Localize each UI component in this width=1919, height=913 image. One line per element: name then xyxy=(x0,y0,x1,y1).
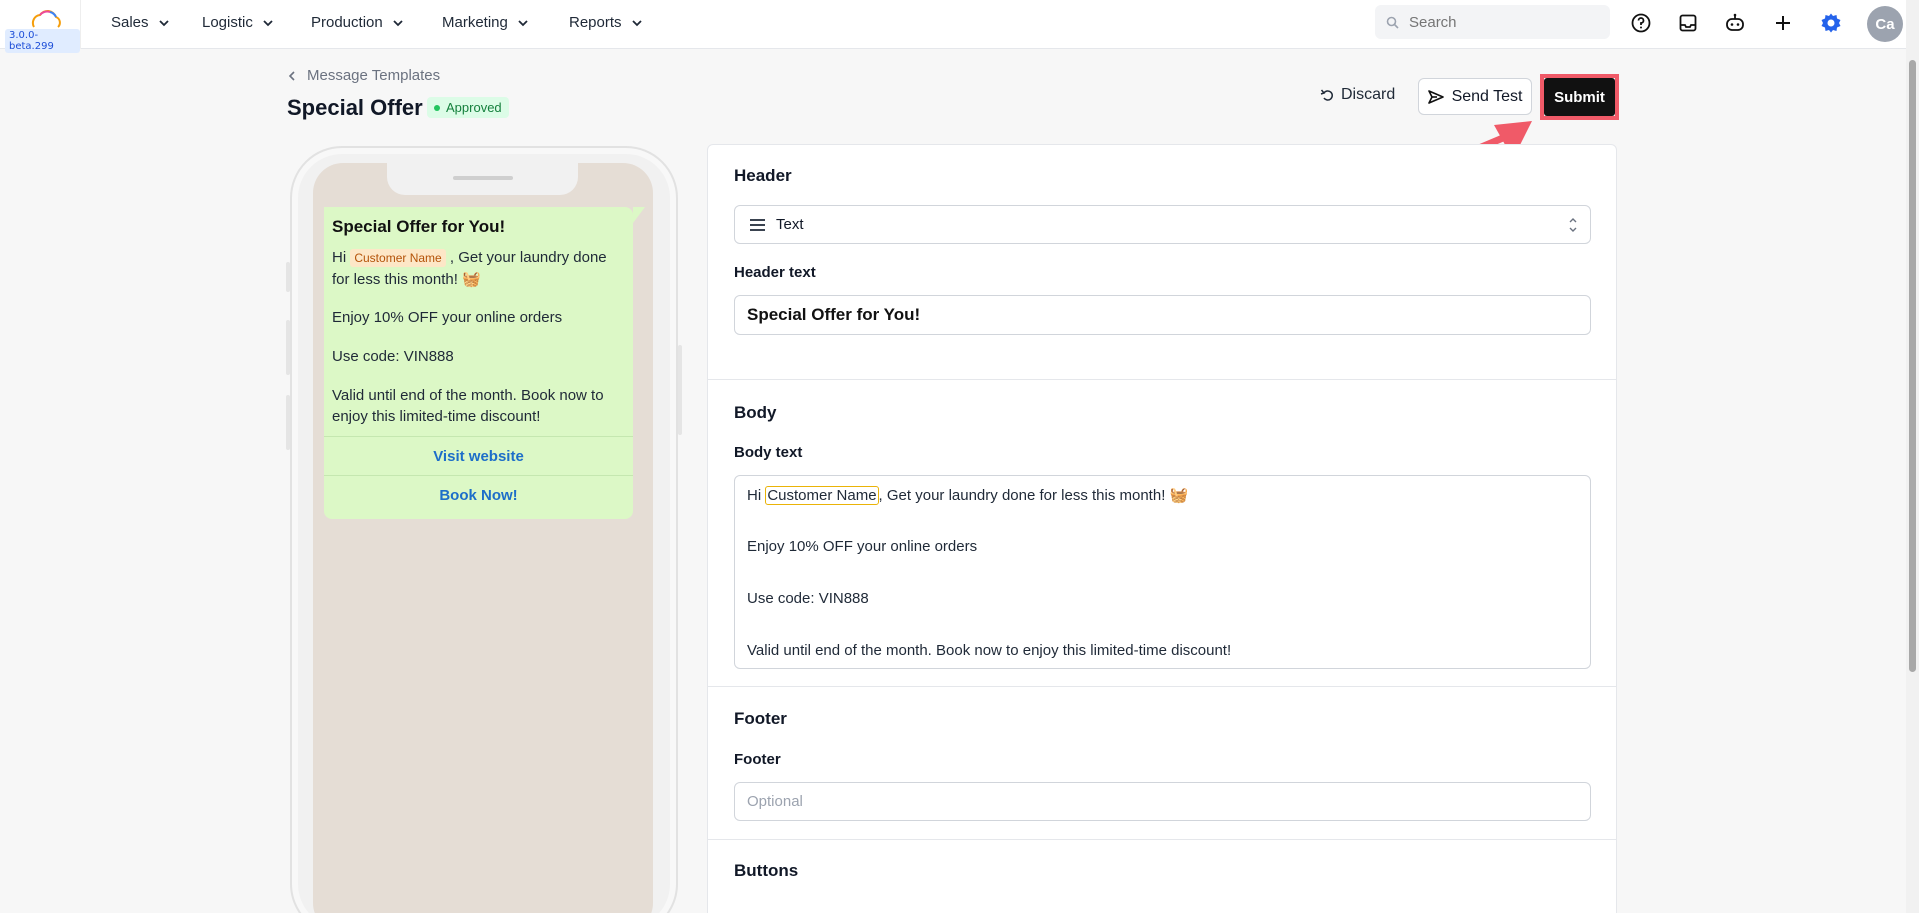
send-test-button[interactable]: Send Test xyxy=(1418,78,1532,115)
submit-highlight: Submit xyxy=(1540,74,1619,120)
nav-production-label: Production xyxy=(311,14,383,31)
nav-sales-label: Sales xyxy=(111,14,149,31)
divider xyxy=(708,686,1616,687)
send-test-label: Send Test xyxy=(1451,87,1523,105)
phone-button xyxy=(286,395,290,450)
body-section-title: Body xyxy=(734,403,777,422)
body-greeting: Hi xyxy=(747,487,766,504)
header-text-label: Header text xyxy=(734,264,816,281)
inbox-icon[interactable] xyxy=(1676,11,1700,35)
top-nav: 3.0.0-beta.299 Sales Logistic Production… xyxy=(0,0,1919,53)
cloud-logo-icon xyxy=(31,10,61,28)
preview-line1: Hi Customer Name , Get your laundry done… xyxy=(332,247,627,290)
buttons-section-title: Buttons xyxy=(734,861,799,880)
scrollbar-thumb[interactable] xyxy=(1909,60,1916,672)
discard-label: Discard xyxy=(1341,86,1396,103)
chevron-down-icon xyxy=(393,19,403,26)
footer-input[interactable]: Optional xyxy=(734,782,1591,821)
divider xyxy=(708,379,1616,380)
preview-line3: Use code: VIN888 xyxy=(332,348,454,365)
preview-visit-website-button: Visit website xyxy=(324,436,633,475)
divider xyxy=(708,839,1616,840)
search-box[interactable] xyxy=(1375,5,1610,39)
preview-greeting: Hi xyxy=(332,249,351,266)
version-badge: 3.0.0-beta.299 xyxy=(5,29,80,53)
breadcrumb[interactable]: Message Templates xyxy=(287,67,440,84)
header-text-input[interactable]: Special Offer for You! xyxy=(734,295,1591,335)
discard-button[interactable]: Discard xyxy=(1320,81,1395,109)
search-icon xyxy=(1386,16,1399,29)
text-lines-icon xyxy=(750,218,765,231)
footer-label: Footer xyxy=(734,751,781,768)
header-type-select[interactable]: Text xyxy=(734,205,1591,244)
nav-marketing-label: Marketing xyxy=(442,14,508,31)
plus-icon[interactable] xyxy=(1771,11,1795,35)
body-line1: Hi Customer Name, Get your laundry done … xyxy=(747,486,1189,505)
breadcrumb-label: Message Templates xyxy=(307,67,441,84)
body-line4: Valid until end of the month. Book now t… xyxy=(747,642,1232,659)
chevron-down-icon xyxy=(263,19,273,26)
app-logo[interactable]: 3.0.0-beta.299 xyxy=(0,0,81,53)
chevron-down-icon xyxy=(158,19,169,26)
help-icon[interactable] xyxy=(1629,11,1653,35)
nav-marketing[interactable]: Marketing xyxy=(442,14,530,31)
status-label: Approved xyxy=(446,100,502,115)
gear-icon[interactable] xyxy=(1819,11,1843,35)
chevron-left-icon xyxy=(288,70,295,81)
chevron-down-icon xyxy=(631,19,642,26)
preview-line4: Valid until end of the month. Book now t… xyxy=(332,387,604,425)
phone-button xyxy=(678,345,682,435)
bot-icon[interactable] xyxy=(1723,11,1747,35)
phone-button xyxy=(286,320,290,375)
header-type-value: Text xyxy=(776,216,804,233)
body-text-area[interactable]: Hi Customer Name, Get your laundry done … xyxy=(734,475,1591,669)
submit-button[interactable]: Submit xyxy=(1544,78,1615,116)
preview-book-now-button: Book Now! xyxy=(324,475,633,514)
phone-speaker xyxy=(453,176,513,180)
bubble-tail xyxy=(633,207,645,223)
search-input[interactable] xyxy=(1409,11,1599,33)
undo-icon xyxy=(1320,89,1333,101)
body-line3: Use code: VIN888 xyxy=(747,590,869,607)
status-badge: Approved xyxy=(427,97,509,118)
variable-chip: Customer Name xyxy=(350,249,446,267)
body-line2: Enjoy 10% OFF your online orders xyxy=(747,538,978,555)
nav-reports[interactable]: Reports xyxy=(569,14,644,31)
chevron-down-icon xyxy=(518,19,528,26)
template-form: Header Text Header text Special Offer fo… xyxy=(707,144,1617,913)
scrollbar[interactable] xyxy=(1906,0,1919,913)
page-title: Special Offer xyxy=(287,95,423,120)
phone-button xyxy=(286,262,290,292)
message-bubble: Special Offer for You! Hi Customer Name … xyxy=(324,207,633,519)
nav-logistic-label: Logistic xyxy=(202,14,253,31)
preview-line2: Enjoy 10% OFF your online orders xyxy=(332,309,563,326)
body-variable: Customer Name xyxy=(765,486,879,505)
footer-section-title: Footer xyxy=(734,709,787,728)
avatar[interactable]: Ca xyxy=(1867,6,1903,42)
status-dot xyxy=(434,104,440,111)
nav-reports-label: Reports xyxy=(569,14,622,31)
nav-logistic[interactable]: Logistic xyxy=(202,14,275,31)
header-section-title: Header xyxy=(734,166,792,185)
updown-chevron-icon xyxy=(1569,218,1577,232)
body-line1-rest: , Get your laundry done for less this mo… xyxy=(878,487,1189,504)
preview-header: Special Offer for You! xyxy=(332,217,506,236)
nav-sales[interactable]: Sales xyxy=(111,14,171,31)
nav-production[interactable]: Production xyxy=(311,14,405,31)
body-text-label: Body text xyxy=(734,444,803,461)
send-icon xyxy=(1427,89,1444,104)
